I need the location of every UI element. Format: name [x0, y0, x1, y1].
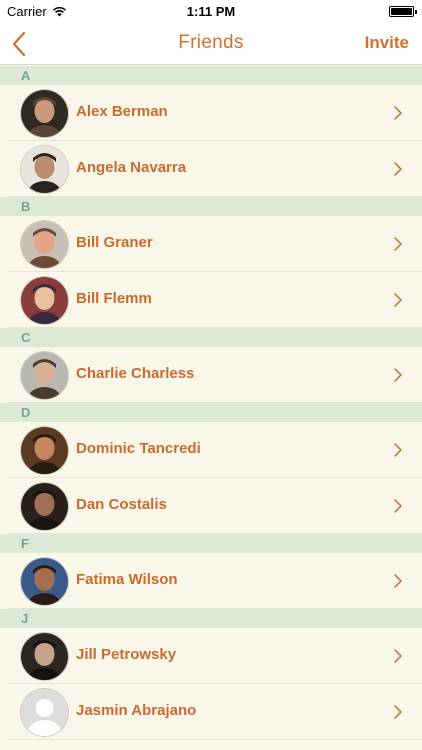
section-header-a: A: [0, 66, 422, 85]
section-header-c: C: [0, 328, 422, 347]
section-header-b: B: [0, 197, 422, 216]
page-title: Friends: [178, 32, 244, 53]
invite-button[interactable]: Invite: [365, 33, 409, 53]
friend-name: Bill Graner: [76, 234, 153, 251]
friend-row[interactable]: Fatima Wilson: [0, 553, 422, 609]
friend-name: Jasmin Abrajano: [76, 702, 197, 719]
chevron-right-icon: [394, 649, 402, 663]
friend-name: Jill Petrowsky: [76, 646, 177, 663]
chevron-right-icon: [394, 499, 402, 513]
friend-name: Charlie Charless: [76, 365, 195, 382]
status-bar: Carrier 1:11 PM: [0, 0, 422, 22]
avatar: [21, 633, 68, 680]
friend-row[interactable]: Bill Flemm: [0, 272, 422, 328]
avatar: [21, 352, 68, 399]
chevron-right-icon: [394, 106, 402, 120]
chevron-right-icon: [394, 443, 402, 457]
row-divider: [8, 608, 422, 609]
avatar: [21, 146, 68, 193]
friend-row[interactable]: Dominic Tancredi: [0, 422, 422, 478]
avatar: [21, 483, 68, 530]
chevron-right-icon: [394, 293, 402, 307]
friend-name: Fatima Wilson: [76, 571, 178, 588]
avatar: [21, 277, 68, 324]
chevron-right-icon: [394, 162, 402, 176]
section-header-j: J: [0, 609, 422, 628]
avatar: [21, 221, 68, 268]
battery-icon: [389, 6, 417, 17]
navigation-bar: Friends Invite: [0, 22, 422, 65]
friend-row[interactable]: Dan Costalis: [0, 478, 422, 534]
chevron-right-icon: [394, 574, 402, 588]
friend-row[interactable]: Bill Graner: [0, 216, 422, 272]
avatar: [21, 90, 68, 137]
friend-name: Alex Berman: [76, 103, 168, 120]
friend-row[interactable]: Angela Navarra: [0, 141, 422, 197]
friends-list[interactable]: A Alex Berman Angela Navarra B Bill Graner Bi…: [0, 66, 422, 740]
friend-name: Angela Navarra: [76, 159, 187, 176]
row-divider: [8, 739, 422, 740]
friend-row[interactable]: Jasmin Abrajano: [0, 684, 422, 740]
avatar: [21, 427, 68, 474]
row-divider: [8, 402, 422, 403]
friend-name: Bill Flemm: [76, 290, 152, 307]
clock: 1:11 PM: [186, 4, 236, 19]
section-header-d: D: [0, 403, 422, 422]
friend-row[interactable]: Alex Berman: [0, 85, 422, 141]
friend-name: Dan Costalis: [76, 496, 167, 513]
friend-row[interactable]: Charlie Charless: [0, 347, 422, 403]
row-divider: [8, 196, 422, 197]
avatar: [21, 689, 68, 736]
section-header-f: F: [0, 534, 422, 553]
chevron-right-icon: [394, 237, 402, 251]
friend-name: Dominic Tancredi: [76, 440, 201, 457]
avatar: [21, 558, 68, 605]
friend-row[interactable]: Jill Petrowsky: [0, 628, 422, 684]
chevron-right-icon: [394, 705, 402, 719]
chevron-right-icon: [394, 368, 402, 382]
row-divider: [8, 533, 422, 534]
row-divider: [8, 327, 422, 328]
